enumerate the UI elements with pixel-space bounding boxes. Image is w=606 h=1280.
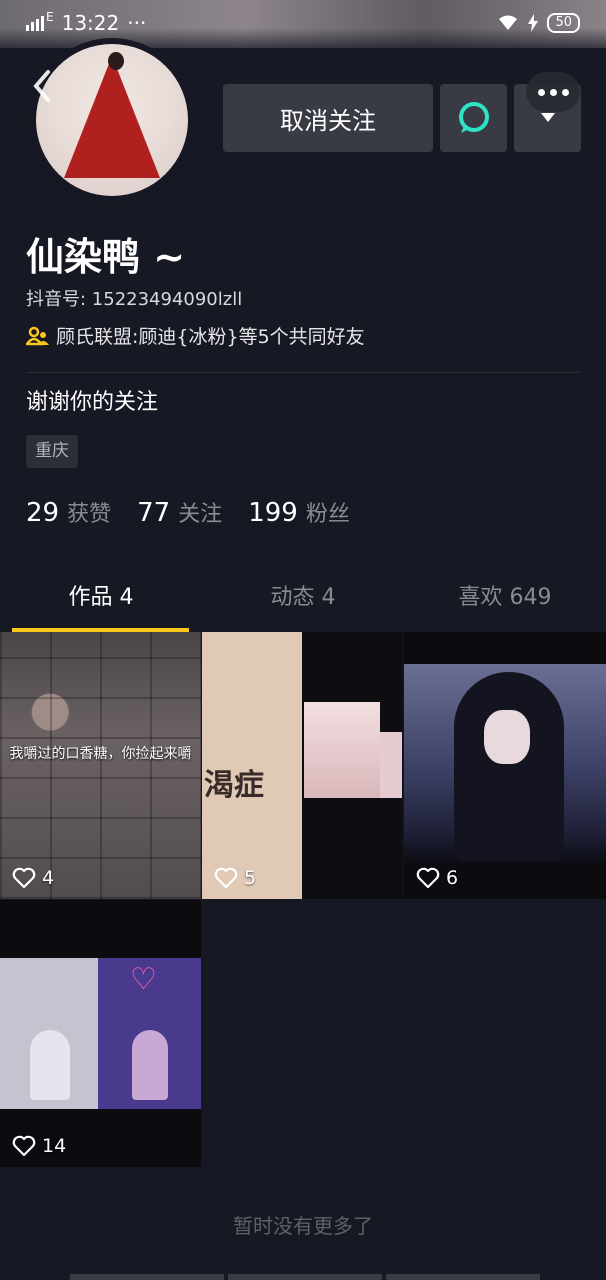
stat-value: 77 — [137, 498, 171, 528]
clock: 13:22 — [61, 11, 120, 35]
stat-followers[interactable]: 199 粉丝 — [248, 496, 350, 528]
likes-count: 14 — [42, 1135, 67, 1157]
stat-label: 粉丝 — [305, 502, 350, 527]
back-button[interactable] — [30, 66, 70, 114]
battery-indicator: 50 — [547, 13, 580, 33]
more-options-button[interactable] — [526, 72, 580, 112]
charging-icon — [528, 14, 539, 32]
no-more-text: 暂时没有更多了 — [233, 1214, 373, 1238]
status-left: E 13:22 ··· — [26, 10, 147, 35]
thumbnail-figure — [30, 1030, 70, 1100]
heart-icon — [12, 1135, 36, 1157]
likes-count: 5 — [244, 867, 257, 889]
avatar-head — [108, 52, 124, 70]
avatar[interactable] — [30, 38, 194, 202]
douyin-id: 抖音号: 15223494090lzll — [26, 289, 243, 310]
status-right: 50 — [497, 13, 580, 33]
video-thumbnail[interactable]: 渴症 5 — [202, 632, 403, 899]
stat-label: 获赞 — [67, 502, 112, 527]
likes-count: 6 — [446, 867, 459, 889]
heart-icon — [416, 867, 440, 889]
bottom-bar-segment — [228, 1274, 382, 1280]
thumbnail-strip — [304, 702, 380, 798]
chat-bubble-icon — [458, 102, 489, 133]
heart-icon — [12, 867, 36, 889]
stat-following[interactable]: 77 关注 — [137, 496, 222, 528]
tab-likes[interactable]: 喜欢 649 — [404, 568, 606, 632]
video-thumbnail[interactable]: 6 — [404, 632, 606, 899]
network-label: E — [46, 10, 54, 24]
bottom-bar-segment — [70, 1274, 224, 1280]
unfollow-button[interactable]: 取消关注 — [223, 84, 433, 152]
video-likes: 4 — [12, 867, 54, 889]
thumbnail-face — [484, 710, 530, 764]
friends-icon — [26, 326, 49, 345]
status-bar: E 13:22 ··· 50 — [0, 0, 606, 46]
location-tag: 重庆 — [26, 435, 78, 468]
video-caption: 渴症 — [204, 768, 264, 803]
heart-icon — [214, 867, 238, 889]
mutual-friends[interactable]: 顾氏联盟:顾迪{冰粉}等5个共同好友 — [26, 322, 365, 349]
bottom-bar — [70, 1274, 540, 1280]
video-caption: 我嚼过的口香糖，你捡起来嚼 — [9, 746, 192, 762]
avatar-figure — [64, 56, 160, 178]
message-button[interactable] — [440, 84, 507, 152]
video-thumbnail[interactable]: ♡ 14 — [0, 900, 201, 1167]
caret-down-icon — [540, 113, 555, 122]
profile-nickname: 仙染鸭 ~ — [26, 235, 186, 279]
notification-dots: ··· — [127, 11, 147, 35]
thumbnail-heart: ♡ — [130, 962, 157, 997]
tab-works[interactable]: 作品 4 — [0, 568, 202, 632]
profile-stats: 29 获赞 77 关注 199 粉丝 — [26, 496, 350, 528]
video-grid: 我嚼过的口香糖，你捡起来嚼 4 渴症 5 6 ♡ 14 — [0, 632, 606, 1167]
divider — [26, 372, 580, 373]
stat-likes: 29 获赞 — [26, 496, 111, 528]
stat-label: 关注 — [178, 502, 223, 527]
video-likes: 5 — [214, 867, 256, 889]
stat-value: 199 — [248, 498, 298, 528]
dot-icon — [537, 88, 545, 96]
thumbnail-strip — [380, 732, 402, 798]
dot-icon — [549, 88, 557, 96]
thumbnail-figure — [132, 1030, 168, 1100]
profile-tabs: 作品 4 动态 4 喜欢 649 — [0, 568, 606, 632]
signal-icon — [26, 15, 44, 31]
video-likes: 14 — [12, 1135, 66, 1157]
bottom-bar-segment — [386, 1274, 540, 1280]
chevron-left-icon — [33, 70, 50, 102]
wifi-icon — [499, 15, 518, 30]
video-likes: 6 — [416, 867, 458, 889]
stat-value: 29 — [26, 498, 60, 528]
video-thumbnail[interactable]: 我嚼过的口香糖，你捡起来嚼 4 — [0, 632, 201, 899]
likes-count: 4 — [42, 867, 55, 889]
mutual-friends-text: 顾氏联盟:顾迪{冰粉}等5个共同好友 — [56, 326, 365, 348]
tab-updates[interactable]: 动态 4 — [202, 568, 404, 632]
profile-bio: 谢谢你的关注 — [26, 390, 159, 415]
dot-icon — [561, 88, 569, 96]
thumbnail-figure — [454, 672, 564, 862]
